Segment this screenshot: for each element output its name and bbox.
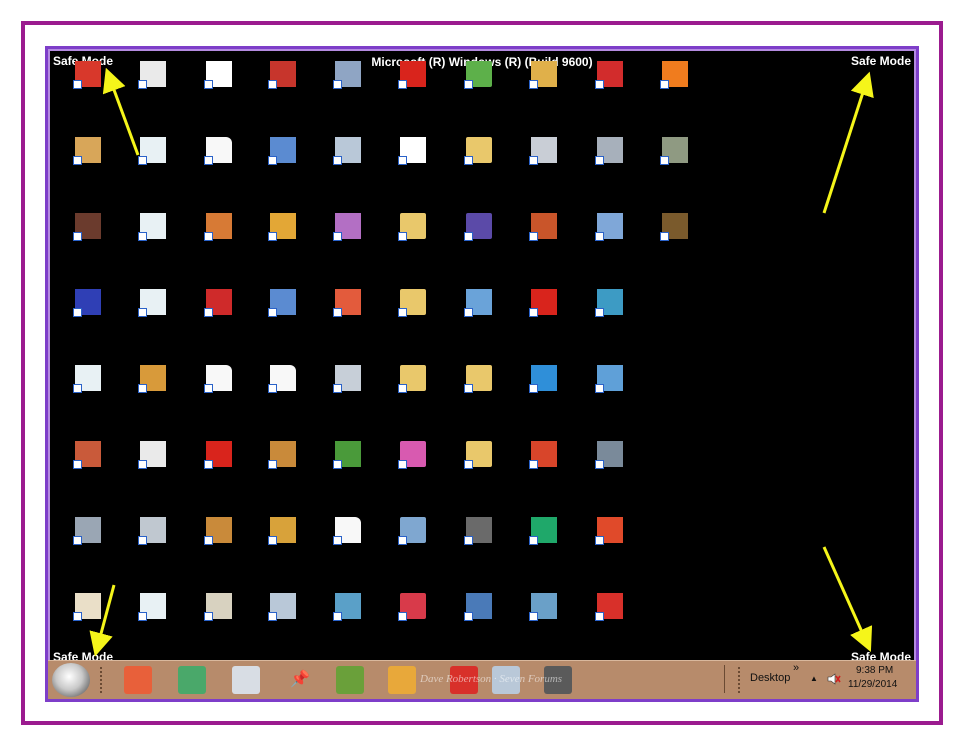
taskbar: 📌 Dave Robertson · Seven Forums Desktop …: [48, 660, 916, 699]
desktop-toolbar-label[interactable]: Desktop: [750, 672, 790, 684]
taskbar-grip-right[interactable]: [738, 667, 744, 693]
watermark-text: Dave Robertson · Seven Forums: [420, 673, 563, 685]
taskbar-separator: [724, 665, 729, 693]
taskbar-pin-icon[interactable]: 📌: [286, 666, 314, 694]
toolbar-chevron[interactable]: »: [793, 662, 799, 674]
taskbar-sync-icon[interactable]: [178, 666, 206, 694]
taskbar-grip-left[interactable]: [100, 667, 106, 693]
tray-up-arrow-icon[interactable]: ▲: [810, 674, 818, 683]
taskbar-picture-icon[interactable]: [124, 666, 152, 694]
volume-muted-icon[interactable]: [827, 672, 841, 686]
taskbar-video-icon[interactable]: [232, 666, 260, 694]
taskbar-folder-icon[interactable]: [388, 666, 416, 694]
annotation-arrows: [89, 67, 874, 657]
arrow-bottom-right: [822, 546, 873, 652]
taskbar-blocks-icon[interactable]: [336, 666, 364, 694]
desktop-screen[interactable]: Microsoft (R) Windows (R) (Build 9600) S…: [45, 46, 919, 702]
start-button[interactable]: [52, 663, 90, 697]
clock-time[interactable]: 9:38 PM: [856, 665, 893, 676]
arrow-top-left: [102, 67, 140, 156]
clock-date[interactable]: 11/29/2014: [848, 679, 897, 690]
arrow-top-right: [822, 71, 874, 214]
arrow-bottom-left: [89, 584, 116, 657]
